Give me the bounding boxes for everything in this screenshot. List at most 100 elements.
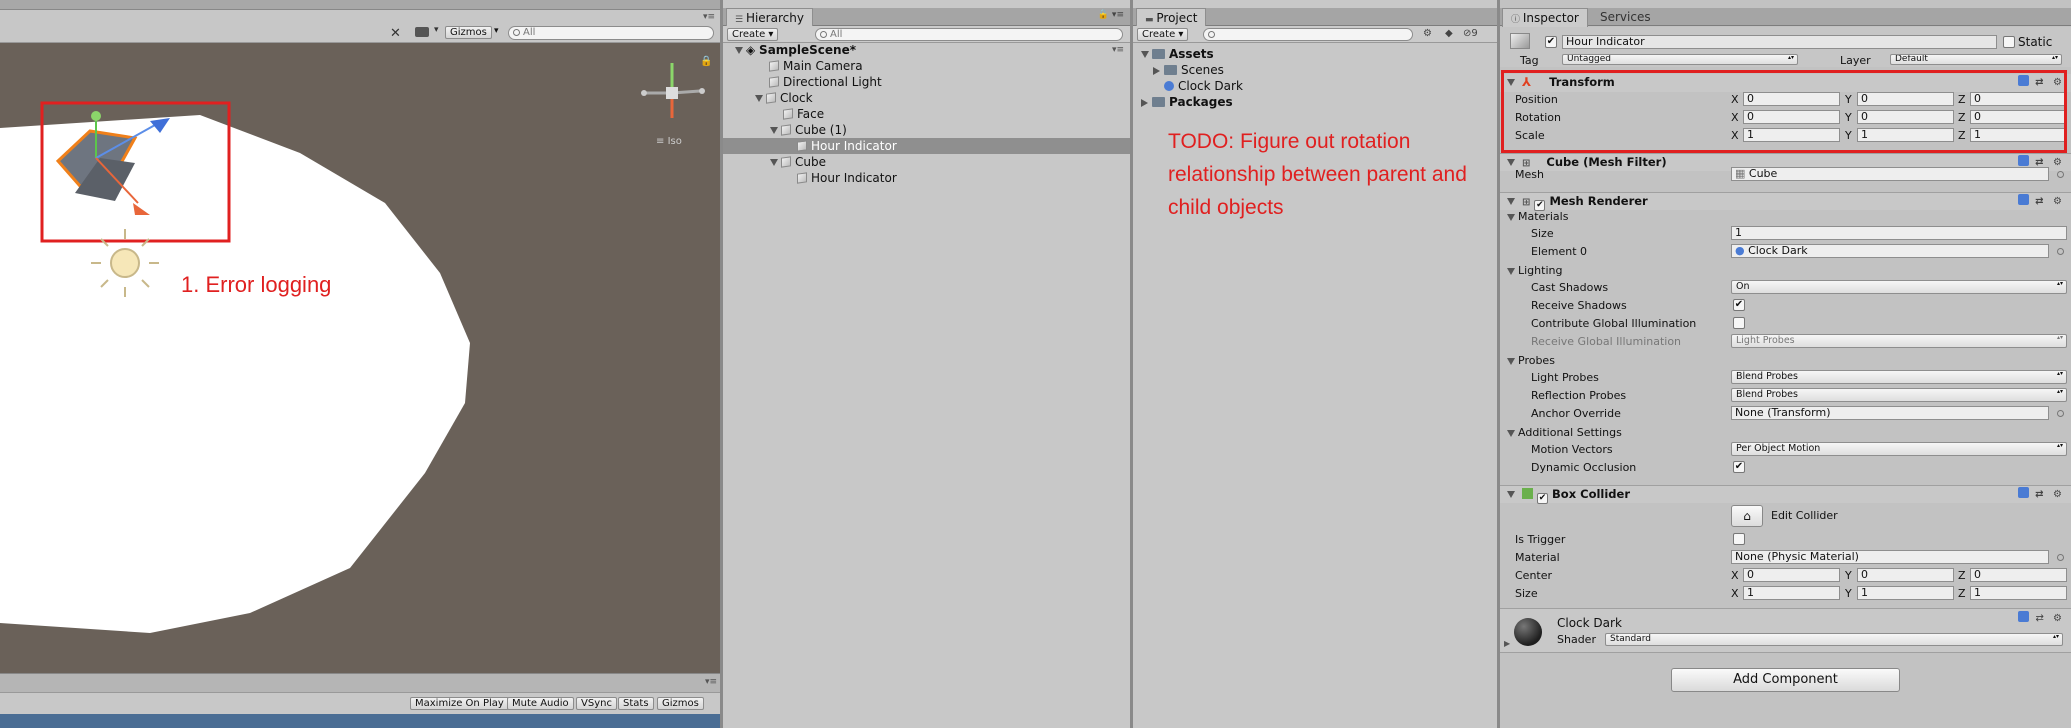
expand-icon[interactable] [755, 95, 763, 102]
material-foldout-icon[interactable]: ▶ [1504, 639, 1510, 648]
add-component-button[interactable]: Add Component [1671, 668, 1900, 692]
object-picker-icon[interactable] [2057, 410, 2064, 417]
vsync-button[interactable]: VSync [576, 697, 617, 710]
tab-inspector[interactable]: ⓘ Inspector [1502, 8, 1588, 27]
size-y-field[interactable]: 1 [1857, 586, 1954, 600]
materials-size-field[interactable]: 1 [1731, 226, 2067, 240]
project-item-packages[interactable]: Packages [1133, 94, 1497, 110]
materials-foldout[interactable]: Materials [1507, 210, 1568, 224]
panel-menu-icon[interactable]: ▾≡ [703, 12, 715, 22]
box-collider-header[interactable]: ✔ Box Collider ⇄ ⚙ [1500, 485, 2071, 504]
layer-dropdown[interactable]: Default [1890, 54, 2062, 65]
box-collider-enabled-checkbox[interactable]: ✔ [1537, 493, 1549, 504]
hierarchy-search-input[interactable]: All [815, 28, 1123, 41]
collider-material-field[interactable]: None (Physic Material) [1731, 550, 2049, 564]
object-picker-icon[interactable] [2057, 171, 2064, 178]
hierarchy-item-cube-1[interactable]: Cube (1) [723, 122, 1130, 138]
tools-icon[interactable]: ✕ [390, 26, 401, 41]
mute-audio-button[interactable]: Mute Audio [507, 697, 574, 710]
additional-settings-foldout[interactable]: Additional Settings [1507, 426, 1622, 440]
component-tools-icons[interactable]: ⇄ ⚙ [2018, 611, 2065, 624]
project-create-button[interactable]: Create ▾ [1137, 28, 1189, 41]
foldout-icon[interactable] [1507, 198, 1515, 205]
component-tools-icons[interactable]: ⇄ ⚙ [2017, 486, 2065, 503]
foldout-icon[interactable] [1507, 491, 1515, 498]
expand-icon[interactable] [1141, 51, 1149, 58]
reflection-probes-dropdown[interactable]: Blend Probes [1731, 388, 2067, 402]
project-item-scenes[interactable]: Scenes [1133, 62, 1497, 78]
size-x-field[interactable]: 1 [1743, 586, 1840, 600]
tag-dropdown[interactable]: Untagged [1562, 54, 1798, 65]
hierarchy-item-cube[interactable]: Cube [723, 154, 1130, 170]
probes-foldout[interactable]: Probes [1507, 354, 1555, 368]
component-tools-icons[interactable]: ⇄ ⚙ [2017, 193, 2065, 210]
center-y-field[interactable]: 0 [1857, 568, 1954, 582]
game-panel-menu-icon[interactable]: ▾≡ [705, 677, 717, 687]
foldout-icon[interactable] [1507, 213, 1515, 221]
motion-vectors-dropdown[interactable]: Per Object Motion [1731, 442, 2067, 456]
hierarchy-create-button[interactable]: Create ▾ [727, 28, 779, 41]
mesh-renderer-header[interactable]: ⊞ ✔ Mesh Renderer ⇄ ⚙ [1500, 192, 2071, 211]
scene-canvas[interactable] [0, 43, 720, 673]
contribute-gi-checkbox[interactable] [1733, 317, 1745, 329]
material-preview-sphere [1514, 618, 1542, 646]
anchor-override-field[interactable]: None (Transform) [1731, 406, 2049, 420]
hierarchy-scene-row[interactable]: ◈ SampleScene* ▾≡ [723, 42, 1130, 58]
scene-menu-icon[interactable]: ▾≡ [1112, 42, 1124, 58]
foldout-icon[interactable] [1507, 357, 1515, 365]
scene-view[interactable]: ▾≡ ✕ ▾ Gizmos ▾ All 🔒 ≡ Iso 1. Error log… [0, 0, 720, 728]
lighting-foldout[interactable]: Lighting [1507, 264, 1562, 278]
foldout-icon[interactable] [1507, 267, 1515, 275]
foldout-icon[interactable] [1507, 429, 1515, 437]
hierarchy-item-face[interactable]: Face [723, 106, 1130, 122]
stats-button[interactable]: Stats [618, 697, 654, 710]
element-0-field[interactable]: ● Clock Dark [1731, 244, 2049, 258]
receive-shadows-checkbox[interactable]: ✔ [1733, 299, 1745, 311]
hierarchy-item-hour-indicator-selected[interactable]: Hour Indicator [723, 138, 1130, 154]
hierarchy-item-hour-indicator[interactable]: Hour Indicator [723, 170, 1130, 186]
scene-search-input[interactable]: All [508, 26, 714, 40]
expand-icon[interactable] [770, 159, 778, 166]
tab-project[interactable]: ▬ Project [1136, 8, 1207, 27]
expand-icon[interactable] [770, 127, 778, 134]
camera-dropdown-icon[interactable]: ▾ [434, 25, 439, 35]
tab-hierarchy[interactable]: ☰ Hierarchy [726, 8, 813, 27]
light-probes-dropdown[interactable]: Blend Probes [1731, 370, 2067, 384]
gizmos-dropdown-icon[interactable]: ▾ [494, 26, 499, 36]
object-picker-icon[interactable] [2057, 554, 2064, 561]
shader-dropdown[interactable]: Standard [1605, 633, 2063, 646]
cast-shadows-dropdown[interactable]: On [1731, 280, 2067, 294]
project-item-assets[interactable]: Assets [1133, 46, 1497, 62]
dynamic-occlusion-checkbox[interactable]: ✔ [1733, 461, 1745, 473]
camera-icon[interactable] [415, 27, 429, 37]
maximize-on-play-button[interactable]: Maximize On Play [410, 697, 509, 710]
hierarchy-lock-menu-icon[interactable]: 🔒 ▾≡ [1098, 10, 1124, 20]
game-gizmos-button[interactable]: Gizmos [657, 697, 704, 710]
project-search-input[interactable] [1203, 28, 1413, 41]
mesh-field[interactable]: ▦ Cube [1731, 167, 2049, 181]
collapse-icon[interactable] [1153, 66, 1160, 75]
object-picker-icon[interactable] [2057, 248, 2064, 255]
lock-icon[interactable]: 🔒 [700, 56, 712, 67]
expand-icon[interactable] [735, 47, 743, 54]
size-z-field[interactable]: 1 [1970, 586, 2067, 600]
tab-services[interactable]: Services [1592, 8, 1659, 27]
is-trigger-checkbox[interactable] [1733, 533, 1745, 545]
static-checkbox[interactable] [2003, 36, 2015, 48]
center-z-field[interactable]: 0 [1970, 568, 2067, 582]
filter-label-icon[interactable]: ◆ [1445, 28, 1453, 39]
foldout-icon[interactable] [1507, 159, 1515, 166]
hidden-count-icon[interactable]: ⊘9 [1463, 28, 1478, 39]
center-x-field[interactable]: 0 [1743, 568, 1840, 582]
gizmos-button[interactable]: Gizmos [445, 26, 492, 39]
projection-iso-label[interactable]: ≡ Iso [656, 136, 682, 147]
object-name-field[interactable]: Hour Indicator [1562, 35, 1997, 49]
hierarchy-item-clock[interactable]: Clock [723, 90, 1130, 106]
project-item-clock-dark[interactable]: Clock Dark [1133, 78, 1497, 94]
filter-type-icon[interactable]: ⚙ [1423, 28, 1432, 39]
hierarchy-item-directional-light[interactable]: Directional Light [723, 74, 1130, 90]
collapse-icon[interactable] [1141, 98, 1148, 107]
hierarchy-item-main-camera[interactable]: Main Camera [723, 58, 1130, 74]
edit-collider-button[interactable]: ⌂ [1731, 505, 1763, 527]
active-checkbox[interactable]: ✔ [1545, 36, 1557, 48]
